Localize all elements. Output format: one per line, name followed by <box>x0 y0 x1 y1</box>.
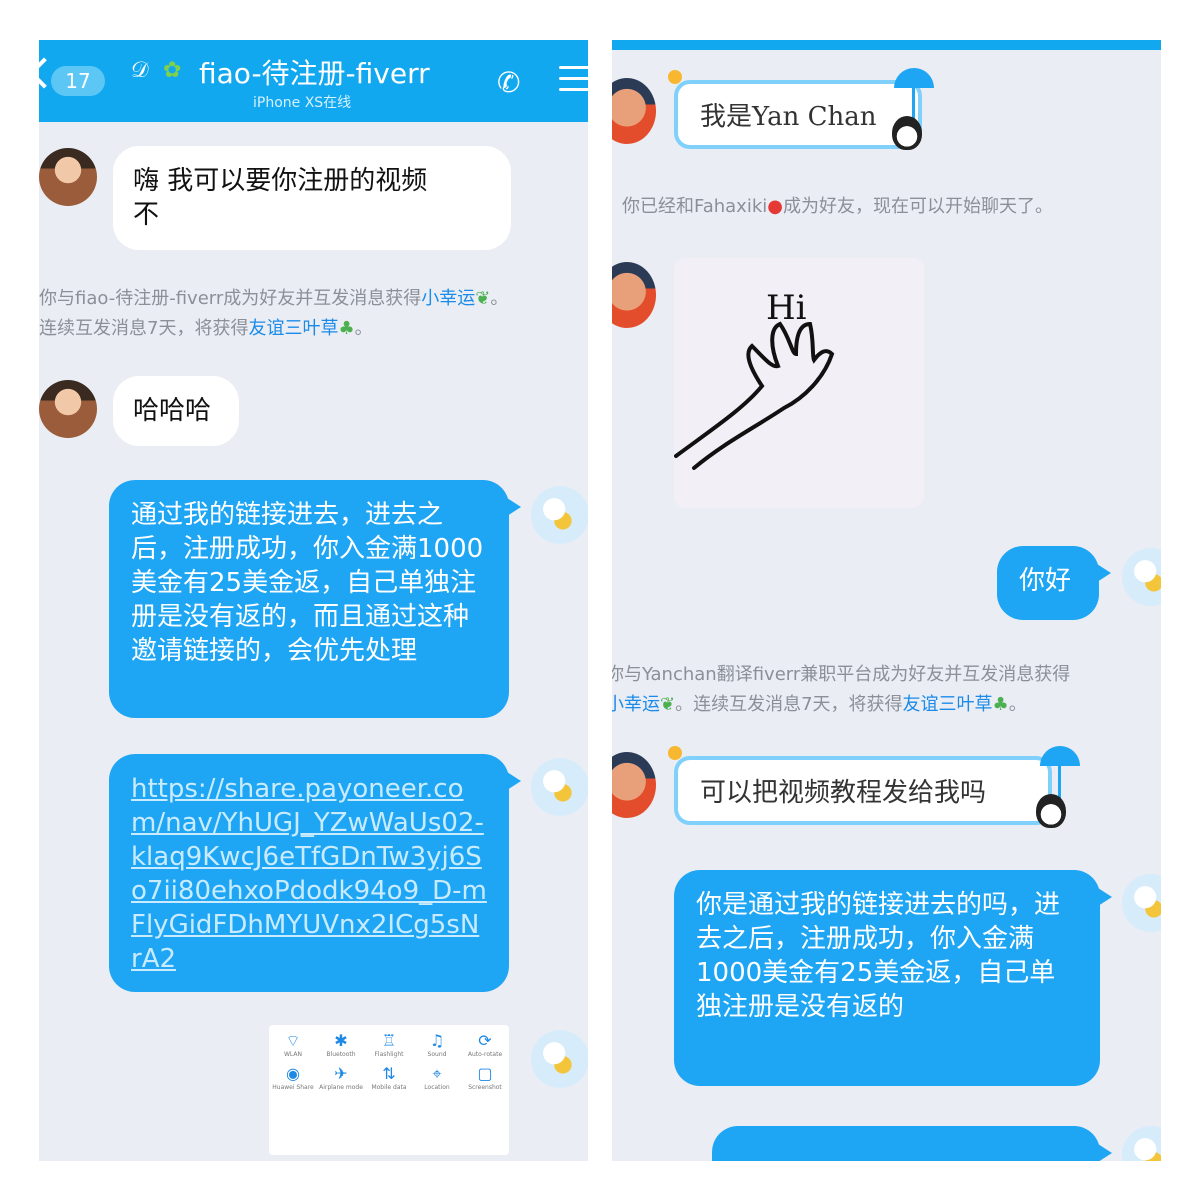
clover-icon: ♣ <box>992 694 1009 715</box>
phone-icon[interactable]: ✆ <box>497 66 520 99</box>
chat-title: fiao-待注册-fiverr <box>199 57 430 90</box>
unread-badge[interactable]: 17 <box>51 66 105 96</box>
strawberry-icon: ● <box>767 196 783 217</box>
avatar[interactable] <box>39 148 97 206</box>
quick-setting-icon: ◉ <box>286 1064 300 1083</box>
avatar[interactable] <box>531 1030 588 1088</box>
quick-setting-tile: ♫ Sound <box>415 1031 459 1058</box>
avatar[interactable] <box>531 758 588 816</box>
quick-setting-tile: ✈ Airplane mode <box>319 1064 363 1091</box>
quick-setting-tile: ⇅ Mobile data <box>367 1064 411 1091</box>
quick-setting-tile: ▢ Screenshot <box>463 1064 507 1091</box>
screenshot-image[interactable]: ⌔ WLAN ✱ Bluetooth ♖ Flashlight ♫ Sound ⟳ Auto-ro… <box>269 1025 509 1155</box>
quick-setting-tile: ✱ Bluetooth <box>319 1031 363 1058</box>
notice-text: 。连续互发消息7天，将获得 <box>675 694 903 715</box>
quick-setting-label: Sound <box>427 1051 447 1058</box>
penguin-icon <box>892 116 922 150</box>
quick-setting-icon: ⇅ <box>382 1064 396 1083</box>
notice-text: 。 <box>354 318 373 339</box>
payoneer-link[interactable]: https://share.payoneer.com/nav/YhUGJ_YZw… <box>131 774 487 974</box>
chat-header: 17 𝒟 ✿ fiao-待注册-fiverr iPhone XS在线 ✆ <box>39 40 588 122</box>
incoming-message[interactable]: 哈哈哈 <box>113 376 239 446</box>
avatar[interactable] <box>1122 874 1161 932</box>
outgoing-message[interactable] <box>712 1126 1112 1161</box>
chat-panel-right: 我是Yan Chan 你已经和Fahaxiki●成为好友，现在可以开始聊天了。 … <box>612 40 1161 1161</box>
outgoing-message[interactable]: 你是通过我的链接进去的吗，进去之后，注册成功，你入金满1000美金有25美金返，… <box>674 870 1112 1086</box>
system-notice: 你与fiao-待注册-fiverr成为好友并互发消息获得小幸运❦。 连续互发消息… <box>39 284 588 344</box>
sprout-icon: ✿ <box>163 58 182 83</box>
sprout-icon: ❦ <box>660 694 676 715</box>
system-notice: 你已经和Fahaxiki●成为好友，现在可以开始聊天了。 <box>622 192 1161 222</box>
quick-setting-icon: ✱ <box>334 1031 348 1050</box>
sticker-message[interactable]: 我是Yan Chan <box>674 80 922 149</box>
menu-icon[interactable] <box>559 66 588 92</box>
outgoing-message[interactable]: 你好 <box>997 546 1111 620</box>
chat-status: iPhone XS在线 <box>253 95 352 111</box>
quick-setting-icon: ♫ <box>429 1031 445 1050</box>
notice-text: 。 <box>490 288 509 309</box>
lucky-link[interactable]: 小幸运 <box>421 288 475 309</box>
avatar[interactable] <box>39 380 97 438</box>
quick-setting-label: Auto-rotate <box>467 1051 503 1058</box>
avatar[interactable] <box>1122 1126 1161 1161</box>
lucky-link[interactable]: 小幸运 <box>612 694 660 715</box>
quick-setting-icon: ⌖ <box>432 1064 442 1083</box>
quick-setting-label: WLAN <box>283 1051 302 1058</box>
avatar[interactable] <box>612 262 656 328</box>
avatar[interactable] <box>612 78 656 144</box>
notice-text: 。 <box>1008 694 1027 715</box>
notice-text: 成为好友，现在可以开始聊天了。 <box>782 196 1053 217</box>
quick-setting-icon: ✈ <box>334 1064 348 1083</box>
avatar[interactable] <box>612 752 656 818</box>
notice-text: 你与Yanchan翻译fiverr兼职平台成为好友并互发消息获得 <box>612 664 1071 685</box>
sprout-icon: ❦ <box>475 288 491 309</box>
sticker-message[interactable]: 可以把视频教程发给我吗 <box>674 756 1052 825</box>
header-strip <box>612 40 1161 50</box>
outgoing-link-message[interactable]: https://share.payoneer.com/nav/YhUGJ_YZw… <box>109 754 521 992</box>
notice-text: 你已经和Fahaxiki <box>622 196 768 217</box>
avatar[interactable] <box>1122 548 1161 606</box>
penguin-icon <box>1036 794 1066 828</box>
clover-icon: ♣ <box>338 318 355 339</box>
avatar[interactable] <box>531 486 588 544</box>
quick-setting-icon: ▢ <box>477 1064 493 1083</box>
outgoing-message[interactable]: 通过我的链接进去，进去之后，注册成功，你入金满1000美金有25美金返，自己单独… <box>109 480 521 718</box>
chat-panel-left: 17 𝒟 ✿ fiao-待注册-fiverr iPhone XS在线 ✆ 嗨 我… <box>39 40 588 1161</box>
quick-setting-label: Screenshot <box>468 1084 502 1091</box>
quick-setting-label: Flashlight <box>374 1051 404 1058</box>
quick-setting-label: Bluetooth <box>326 1051 356 1058</box>
quick-setting-tile: ♖ Flashlight <box>367 1031 411 1058</box>
quick-setting-icon: ⟳ <box>478 1031 492 1050</box>
hand-drawing-icon <box>674 321 835 470</box>
quick-setting-tile: ⟳ Auto-rotate <box>463 1031 507 1058</box>
incoming-message[interactable]: 嗨 我可以要你注册的视频 不 <box>113 146 511 250</box>
quick-setting-label: Huawei Share <box>272 1084 314 1091</box>
notice-text: 连续互发消息7天，将获得 <box>39 318 249 339</box>
clover-link[interactable]: 友谊三叶草 <box>903 694 993 715</box>
quick-setting-icon: ♖ <box>381 1031 397 1050</box>
notice-text: 你与fiao-待注册-fiverr成为好友并互发消息获得 <box>39 288 422 309</box>
quick-setting-label: Airplane mode <box>319 1084 363 1091</box>
clover-link[interactable]: 友谊三叶草 <box>248 318 338 339</box>
quick-setting-tile: ⌖ Location <box>415 1064 459 1091</box>
system-notice: 你与Yanchan翻译fiverr兼职平台成为好友并互发消息获得 小幸运❦。连续… <box>612 660 1161 720</box>
ear-icon: 𝒟 <box>131 58 149 83</box>
quick-setting-tile: ◉ Huawei Share <box>271 1064 315 1091</box>
quick-setting-tile: ⌔ WLAN <box>271 1031 315 1058</box>
quick-setting-label: Mobile data <box>371 1084 407 1091</box>
quick-setting-label: Location <box>424 1084 450 1091</box>
quick-setting-icon: ⌔ <box>285 1031 301 1050</box>
image-message[interactable]: Hi <box>674 258 924 508</box>
